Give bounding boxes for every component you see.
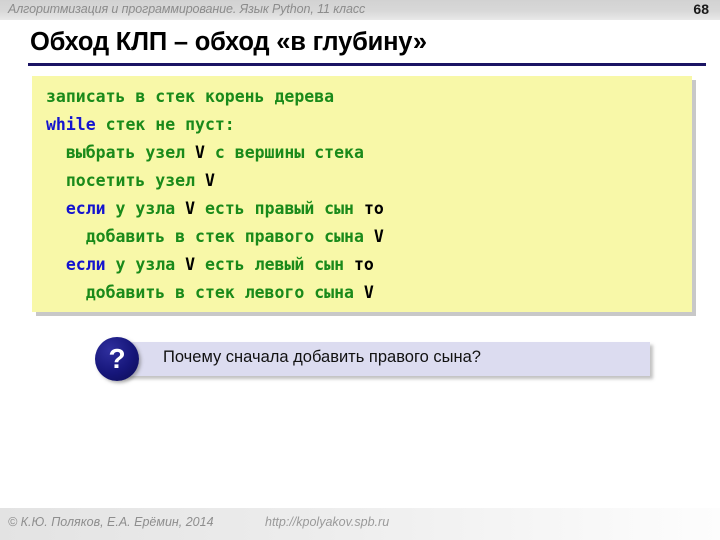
question-callout-text: Почему сначала добавить правого сына? <box>163 348 481 366</box>
code-line: while стек не пуст: <box>46 111 384 139</box>
code-line: записать в стек корень дерева <box>46 83 384 111</box>
code-token-plain: выбрать узел <box>65 143 196 162</box>
code-listing: записать в стек корень дерева while стек … <box>46 83 384 307</box>
footer-copyright: © К.Ю. Поляков, Е.А. Ерёмин, 2014 <box>8 515 214 529</box>
code-token-var: то <box>354 255 374 274</box>
code-token-var: то <box>363 199 384 218</box>
code-token-var: V <box>363 283 374 302</box>
code-line: если у узла V есть левый сын то <box>46 251 384 279</box>
code-token-plain: есть правый сын <box>195 199 364 218</box>
question-mark-icon: ? <box>108 343 126 374</box>
code-token-keyword: если <box>65 199 106 218</box>
page-title: Обход КЛП – обход «в глубину» <box>30 28 427 56</box>
code-token-var: V <box>195 143 205 162</box>
code-token-var: V <box>185 255 196 274</box>
code-token-var: V <box>204 171 215 190</box>
code-token-keyword: если <box>65 255 106 274</box>
code-panel-container: записать в стек корень дерева while стек … <box>32 76 696 316</box>
page-number: 68 <box>693 1 709 17</box>
code-token-plain: добавить в стек левого сына <box>85 283 364 302</box>
slide-header-band: Алгоритмизация и программирование. Язык … <box>0 0 720 20</box>
code-line: добавить в стек правого сына V <box>46 223 384 251</box>
course-title: Алгоритмизация и программирование. Язык … <box>8 2 366 16</box>
code-token-plain: у узла <box>105 255 186 274</box>
code-token-plain: есть левый сын <box>195 255 354 274</box>
code-token-plain: добавить в стек правого сына <box>85 227 374 246</box>
code-token-plain: записать в стек корень дерева <box>46 87 335 106</box>
code-line: если у узла V есть правый сын то <box>46 195 384 223</box>
code-token-var: V <box>373 227 384 246</box>
code-token-plain: стек не пуст: <box>95 115 235 134</box>
code-line: выбрать узел V с вершины стека <box>46 139 384 167</box>
code-line: добавить в стек левого сына V <box>46 279 384 307</box>
code-token-plain: у узла <box>105 199 186 218</box>
code-line: посетить узел V <box>46 167 384 195</box>
code-token-var: V <box>185 199 196 218</box>
question-badge: ? <box>95 337 139 381</box>
code-panel: записать в стек корень дерева while стек … <box>32 76 692 312</box>
code-token-keyword: while <box>46 115 96 134</box>
code-token-plain: посетить узел <box>65 171 205 190</box>
footer-url[interactable]: http://kpolyakov.spb.ru <box>265 515 389 529</box>
question-callout: Почему сначала добавить правого сына? <box>113 342 650 376</box>
title-underline-rule <box>28 63 706 66</box>
code-token-plain: с вершины стека <box>204 143 364 162</box>
slide-footer-band: © К.Ю. Поляков, Е.А. Ерёмин, 2014 http:/… <box>0 508 720 540</box>
